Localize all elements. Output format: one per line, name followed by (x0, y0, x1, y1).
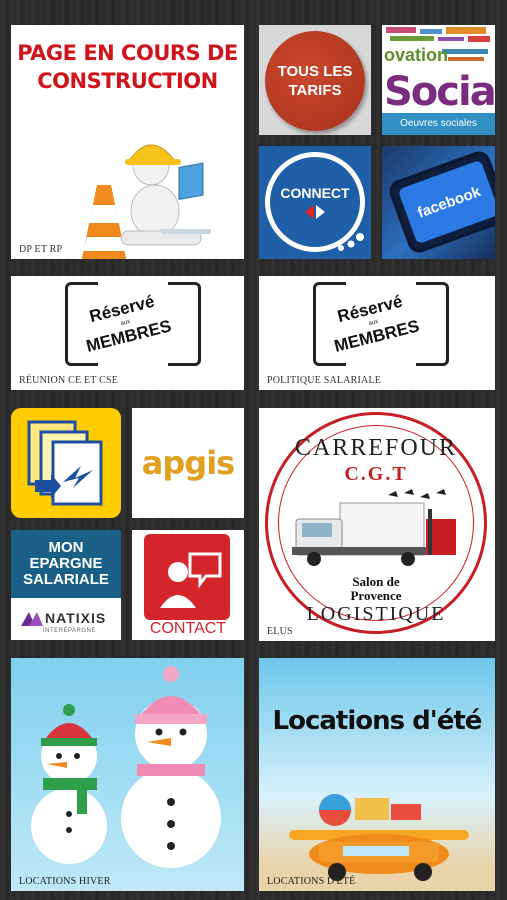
tile-tous-les-tarifs[interactable]: TOUS LES TARIFS (259, 25, 371, 135)
tile-mon-epargne-salariale[interactable]: MON EPARGNE SALARIALE NATIXIS INTERÉPARG… (11, 530, 121, 640)
tarifs-badge: TOUS LES TARIFS (265, 31, 365, 131)
construction-worker-icon (81, 144, 211, 259)
natixis-brand: NATIXIS (45, 610, 107, 626)
tile-locations-hiver[interactable]: LOCATIONS HIVER (11, 658, 244, 891)
natixis-logo-icon (21, 612, 43, 626)
tile-apgis[interactable]: apgis (132, 408, 244, 518)
cgt-middle-text: C.G.T (344, 463, 408, 485)
tile-construction[interactable]: PAGE EN COURS DE CONSTRUCTION DP ET RP (11, 25, 244, 259)
reserve-stamp: Réservé aux MEMBRES (313, 281, 449, 367)
tile-la-poste[interactable] (11, 408, 121, 518)
social-headline: Social (384, 69, 495, 115)
tile-contact[interactable]: CONTACT (132, 530, 244, 640)
tile-caption: ELUS (267, 626, 293, 637)
connect-label: CONNECT (280, 185, 350, 201)
epargne-line2: EPARGNE (29, 555, 103, 572)
epargne-line3: SALARIALE (23, 571, 109, 588)
cgt-place-line2: Provence (350, 588, 402, 603)
dots-icon (338, 233, 364, 251)
social-subtitle: Oeuvres sociales (382, 113, 495, 135)
cgt-place-line1: Salon de (352, 574, 400, 589)
cgt-place: Salon de Provence (268, 575, 484, 603)
beach-car-icon (289, 794, 469, 881)
social-fragment: ovation (384, 45, 449, 65)
la-poste-documents-icon (27, 420, 103, 506)
tile-carrefour-connect[interactable]: CONNECT (259, 146, 371, 259)
contact-person-icon (160, 552, 222, 608)
cgt-bottom-text: LOGISTIQUE (306, 603, 446, 625)
tile-reunion-ce-cse[interactable]: Réservé aux MEMBRES RÉUNION CE ET CSE (11, 276, 244, 390)
facebook-label: facebook (415, 182, 483, 222)
tile-elus[interactable]: CARREFOUR C.G.T Salon de Provence LOGIST… (259, 408, 495, 641)
snowmen-icon (31, 666, 221, 868)
tile-facebook[interactable]: facebook (382, 146, 495, 259)
tile-caption: LOCATIONS D'ÉTÉ (267, 876, 356, 887)
tile-caption: LOCATIONS HIVER (19, 876, 111, 887)
tile-oeuvres-sociales[interactable]: ovation Social Oeuvres sociales (382, 25, 495, 135)
carrefour-logo-icon (305, 205, 325, 219)
reserve-stamp: Réservé aux MEMBRES (65, 281, 201, 367)
truck-icon (292, 489, 456, 566)
phone-icon: facebook (386, 148, 495, 256)
epargne-banner: MON EPARGNE SALARIALE (11, 530, 121, 598)
natixis-sub: INTERÉPARGNE (43, 628, 96, 634)
tile-caption: RÉUNION CE ET CSE (19, 375, 119, 386)
tarifs-label: TOUS LES TARIFS (277, 63, 353, 99)
epargne-line1: MON (48, 539, 84, 556)
cgt-logo: CARREFOUR C.G.T Salon de Provence LOGIST… (265, 412, 487, 634)
tile-locations-ete[interactable]: Locations d'été LOCATIONS D'ÉTÉ (259, 658, 495, 891)
tile-caption: POLITIQUE SALARIALE (267, 375, 382, 386)
tile-caption: DP ET RP (19, 244, 63, 255)
apgis-label: apgis (141, 444, 235, 482)
contact-label: CONTACT (149, 620, 227, 637)
cgt-top-text: CARREFOUR (294, 435, 458, 461)
tile-politique-salariale[interactable]: Réservé aux MEMBRES POLITIQUE SALARIALE (259, 276, 495, 390)
contact-icon-box (144, 534, 230, 620)
